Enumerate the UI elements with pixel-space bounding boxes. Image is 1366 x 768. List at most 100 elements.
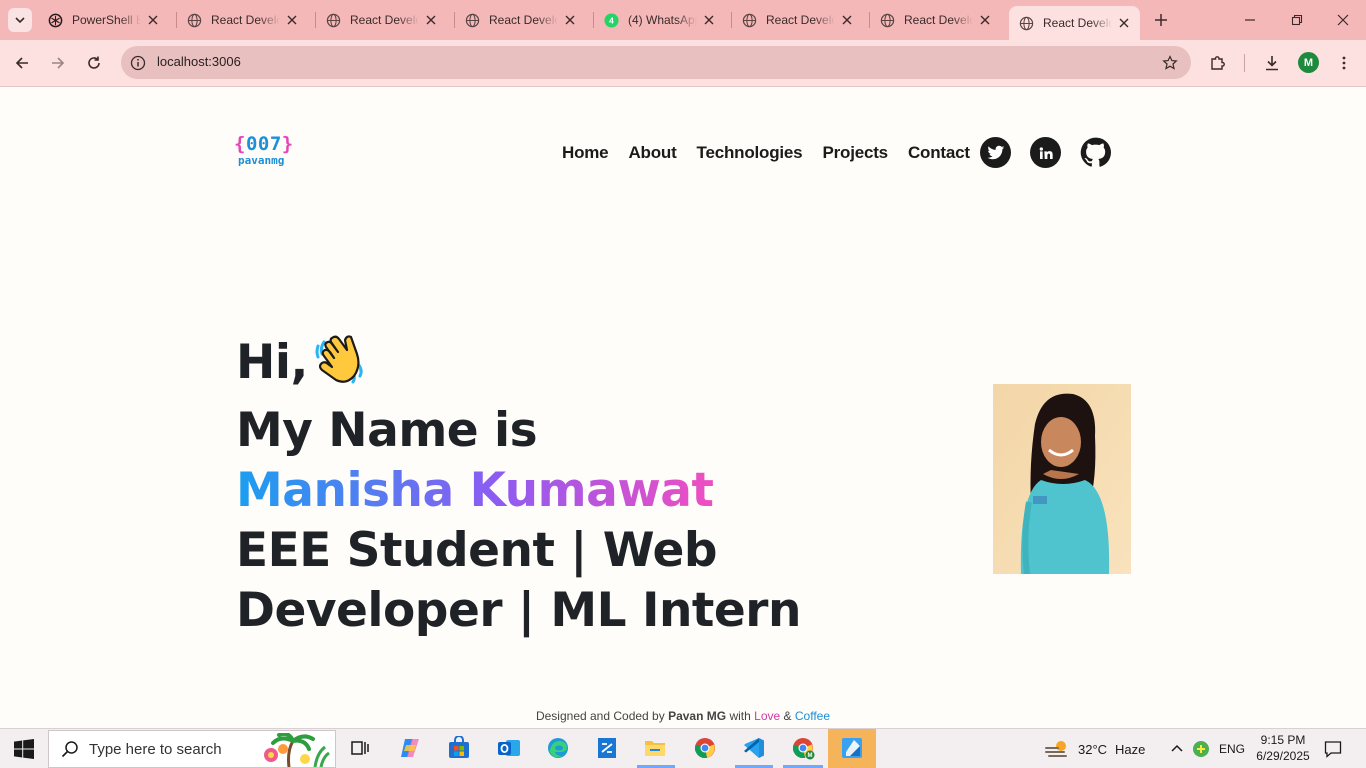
twitter-icon bbox=[987, 145, 1004, 159]
profile-avatar[interactable]: M bbox=[1298, 52, 1319, 73]
tab-search-button[interactable] bbox=[8, 8, 32, 32]
browser-tab[interactable]: React Developer bbox=[1009, 6, 1140, 40]
tab-close-button[interactable] bbox=[423, 12, 439, 28]
github-link[interactable] bbox=[1080, 137, 1111, 168]
restore-icon bbox=[1291, 14, 1303, 26]
twitter-link[interactable] bbox=[980, 137, 1011, 168]
browser-tab[interactable]: React Developer bbox=[316, 6, 447, 34]
globe-icon bbox=[326, 13, 341, 28]
nav-about[interactable]: About bbox=[628, 143, 676, 163]
extensions-button[interactable] bbox=[1206, 51, 1230, 75]
file-explorer-app[interactable] bbox=[641, 734, 669, 762]
close-icon bbox=[287, 15, 297, 25]
hero-greeting: Hi, bbox=[236, 332, 801, 401]
clock-date: 6/29/2025 bbox=[1256, 749, 1310, 763]
plus-icon bbox=[1155, 14, 1167, 26]
remote-desktop-icon bbox=[598, 738, 616, 758]
site-info-icon[interactable] bbox=[129, 54, 147, 72]
back-button[interactable] bbox=[10, 51, 34, 75]
hero-intro: My Name is bbox=[236, 403, 538, 458]
tray-app-indicator[interactable] bbox=[1192, 729, 1210, 768]
outlook-icon bbox=[498, 740, 520, 756]
globe-icon bbox=[880, 13, 895, 28]
tab-close-button[interactable] bbox=[145, 12, 161, 28]
task-view-button[interactable] bbox=[346, 734, 374, 762]
outlook-app[interactable] bbox=[495, 734, 523, 762]
tab-close-button[interactable] bbox=[977, 12, 993, 28]
close-window-button[interactable] bbox=[1331, 8, 1355, 32]
nav-contact[interactable]: Contact bbox=[908, 143, 970, 163]
tab-close-button[interactable] bbox=[701, 12, 717, 28]
paint-icon bbox=[842, 738, 862, 758]
main-nav: Home About Technologies Projects Contact bbox=[562, 143, 970, 163]
edge-app[interactable] bbox=[544, 734, 572, 762]
remote-app[interactable] bbox=[593, 734, 621, 762]
start-button[interactable] bbox=[14, 739, 34, 759]
restore-button[interactable] bbox=[1285, 8, 1309, 32]
taskbar-search-placeholder: Type here to search bbox=[89, 740, 222, 758]
vscode-app[interactable] bbox=[740, 734, 768, 762]
tab-close-button[interactable] bbox=[284, 12, 300, 28]
forward-button[interactable] bbox=[46, 51, 70, 75]
address-bar[interactable]: localhost:3006 bbox=[121, 46, 1191, 79]
browser-tab[interactable]: 4 (4) WhatsApp bbox=[594, 6, 725, 34]
close-icon bbox=[1119, 18, 1129, 28]
tab-close-button[interactable] bbox=[839, 12, 855, 28]
globe-icon bbox=[465, 13, 480, 28]
close-icon bbox=[704, 15, 714, 25]
globe-icon bbox=[1019, 16, 1034, 31]
tab-title: React Developer bbox=[211, 13, 280, 27]
hero-role-line2: Developer | ML Intern bbox=[236, 583, 801, 638]
windows-taskbar: Type here to search M 32°C Haze ENG 9:15… bbox=[0, 728, 1366, 768]
download-icon bbox=[1266, 56, 1278, 71]
browser-tab[interactable]: React Developer bbox=[732, 6, 863, 34]
clock-time: 9:15 PM bbox=[1260, 733, 1306, 747]
copilot-app[interactable] bbox=[396, 734, 424, 762]
browser-tab-strip: PowerShell Editor React Developer React De… bbox=[0, 0, 1366, 40]
nav-projects[interactable]: Projects bbox=[822, 143, 888, 163]
microsoft-store-app[interactable] bbox=[445, 734, 473, 762]
folder-icon bbox=[645, 741, 665, 756]
site-logo[interactable]: {007} pavanmg bbox=[234, 133, 294, 167]
minimize-button[interactable] bbox=[1238, 8, 1262, 32]
weather-condition: Haze bbox=[1115, 741, 1146, 757]
nav-home[interactable]: Home bbox=[562, 143, 609, 163]
close-icon bbox=[1337, 14, 1349, 26]
downloads-button[interactable] bbox=[1260, 51, 1284, 75]
chrome-profile-app[interactable]: M bbox=[789, 734, 817, 762]
search-icon bbox=[61, 741, 78, 758]
bookmark-star-icon[interactable] bbox=[1161, 54, 1179, 72]
chrome-app[interactable] bbox=[691, 734, 719, 762]
browser-tab[interactable]: React Developer bbox=[177, 6, 308, 34]
waving-hand-icon bbox=[314, 332, 368, 401]
tab-close-button[interactable] bbox=[562, 12, 578, 28]
close-icon bbox=[148, 15, 158, 25]
tab-close-button[interactable] bbox=[1116, 15, 1132, 31]
toolbar-divider bbox=[1244, 54, 1245, 72]
language-indicator[interactable]: ENG bbox=[1219, 729, 1245, 768]
browser-tab[interactable]: React Developer bbox=[455, 6, 586, 34]
tray-overflow[interactable] bbox=[1170, 729, 1184, 768]
taskbar-search-box[interactable]: Type here to search bbox=[48, 730, 336, 768]
reload-icon bbox=[88, 56, 100, 69]
close-icon bbox=[426, 15, 436, 25]
new-tab-button[interactable] bbox=[1150, 9, 1172, 31]
edge-icon bbox=[548, 738, 568, 758]
weather-widget[interactable]: 32°C Haze bbox=[1044, 729, 1145, 768]
browser-menu-button[interactable] bbox=[1332, 51, 1356, 75]
linkedin-link[interactable] bbox=[1030, 137, 1061, 168]
paint-app[interactable] bbox=[838, 734, 866, 762]
weather-temp: 32°C bbox=[1078, 741, 1108, 757]
tab-title: (4) WhatsApp bbox=[628, 13, 697, 27]
browser-tab[interactable]: PowerShell Editor bbox=[38, 6, 169, 34]
notifications-button[interactable] bbox=[1324, 729, 1342, 768]
chrome-icon bbox=[694, 738, 715, 759]
logo-subtitle: pavanmg bbox=[238, 154, 285, 167]
nav-technologies[interactable]: Technologies bbox=[697, 143, 803, 163]
close-icon bbox=[565, 15, 575, 25]
browser-tab[interactable]: React Developer bbox=[870, 6, 1001, 34]
tab-title: React Developer bbox=[766, 13, 835, 27]
taskbar-clock[interactable]: 9:15 PM 6/29/2025 bbox=[1252, 732, 1314, 764]
reload-button[interactable] bbox=[82, 51, 106, 75]
chevron-down-icon bbox=[15, 17, 25, 24]
